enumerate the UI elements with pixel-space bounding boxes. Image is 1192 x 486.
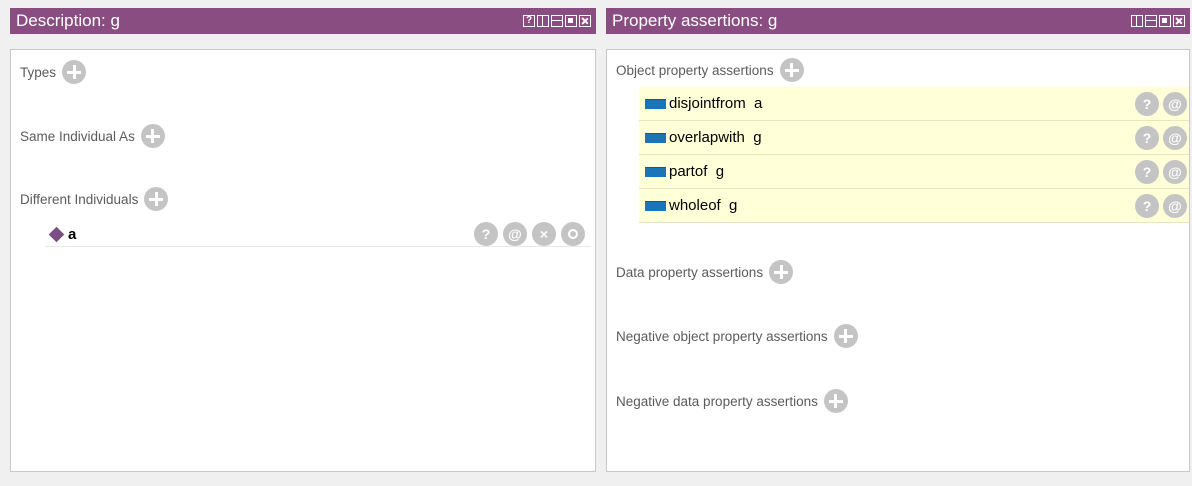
add-type-button[interactable]: [62, 60, 87, 84]
object-property-label: Object property assertions: [616, 62, 774, 78]
property-assertions-panel: Property assertions: g Object property a…: [606, 8, 1190, 472]
explain-button[interactable]: ?: [1135, 160, 1159, 184]
description-panel: Description: g ? Types Same Individual A…: [10, 8, 596, 472]
assertion-text: overlapwith g: [669, 129, 762, 146]
same-individual-section: Same Individual As: [20, 124, 165, 148]
data-property-section: Data property assertions: [616, 260, 794, 284]
row-actions: ? @: [1135, 194, 1187, 218]
data-property-label: Data property assertions: [616, 264, 764, 280]
different-individuals-label: Different Individuals: [20, 191, 139, 207]
row-actions: ? @: [1135, 160, 1187, 184]
individual-name: a: [68, 225, 77, 243]
annotate-button[interactable]: @: [1163, 92, 1187, 116]
different-individuals-section: Different Individuals: [20, 187, 169, 211]
negative-object-section: Negative object property assertions: [616, 324, 858, 348]
list-item[interactable]: disjointfrom a ? @: [639, 87, 1189, 121]
add-data-property-button[interactable]: [769, 260, 794, 284]
split-vertical-icon[interactable]: [537, 15, 549, 27]
individual-diamond-icon: [48, 226, 65, 242]
add-negative-data-button[interactable]: [823, 389, 848, 413]
same-individual-label: Same Individual As: [20, 128, 135, 144]
object-property-section: Object property assertions: [616, 58, 804, 82]
negative-object-label: Negative object property assertions: [616, 328, 828, 344]
add-negative-object-button[interactable]: [833, 324, 858, 348]
list-item[interactable]: overlapwith g ? @: [639, 121, 1189, 155]
object-property-icon: [645, 200, 666, 211]
annotate-button[interactable]: @: [1163, 160, 1187, 184]
delete-button[interactable]: ×: [532, 222, 556, 246]
add-different-individual-button[interactable]: [144, 187, 169, 211]
add-same-individual-button[interactable]: [140, 124, 165, 148]
assertion-text: partof g: [669, 163, 725, 180]
description-title-bar: Description: g ?: [10, 8, 596, 34]
object-property-icon: [645, 166, 666, 177]
add-object-property-button[interactable]: [779, 58, 804, 82]
negative-data-label: Negative data property assertions: [616, 393, 818, 409]
explain-button[interactable]: ?: [1135, 126, 1159, 150]
property-content: Object property assertions disjointfrom …: [606, 49, 1190, 472]
edit-button[interactable]: [561, 222, 585, 246]
property-title-bar: Property assertions: g: [606, 8, 1190, 34]
close-icon[interactable]: [579, 15, 591, 27]
annotate-button[interactable]: @: [1163, 126, 1187, 150]
list-item[interactable]: wholeof g ? @: [639, 189, 1189, 223]
list-item[interactable]: partof g ? @: [639, 155, 1189, 189]
negative-data-section: Negative data property assertions: [616, 389, 848, 413]
close-icon[interactable]: [1173, 15, 1185, 27]
split-vertical-icon[interactable]: [1131, 15, 1143, 27]
window-controls: [1131, 15, 1185, 27]
maximize-icon[interactable]: [565, 15, 577, 27]
description-content: Types Same Individual As Different Indiv…: [10, 49, 596, 472]
window-controls: ?: [523, 15, 591, 27]
explain-button[interactable]: ?: [474, 222, 498, 246]
split-horizontal-icon[interactable]: [1145, 15, 1157, 27]
row-actions: ? @: [1135, 92, 1187, 116]
list-item[interactable]: a ? @ ×: [45, 222, 591, 247]
annotate-button[interactable]: @: [1163, 194, 1187, 218]
maximize-icon[interactable]: [1159, 15, 1171, 27]
split-horizontal-icon[interactable]: [551, 15, 563, 27]
types-section: Types: [20, 60, 87, 84]
property-title: Property assertions: g: [612, 11, 778, 30]
assertion-text: disjointfrom a: [669, 95, 763, 112]
explain-button[interactable]: ?: [1135, 194, 1159, 218]
row-actions: ? @ ×: [474, 222, 585, 246]
row-actions: ? @: [1135, 126, 1187, 150]
object-property-icon: [645, 132, 666, 143]
annotate-button[interactable]: @: [503, 222, 527, 246]
object-property-icon: [645, 98, 666, 109]
assertion-text: wholeof g: [669, 197, 738, 214]
types-label: Types: [20, 64, 57, 80]
object-property-list: disjointfrom a ? @ overlapwith g ? @ par…: [639, 87, 1189, 223]
description-title: Description: g: [16, 11, 120, 30]
explain-button[interactable]: ?: [1135, 92, 1159, 116]
help-icon[interactable]: ?: [523, 15, 535, 27]
